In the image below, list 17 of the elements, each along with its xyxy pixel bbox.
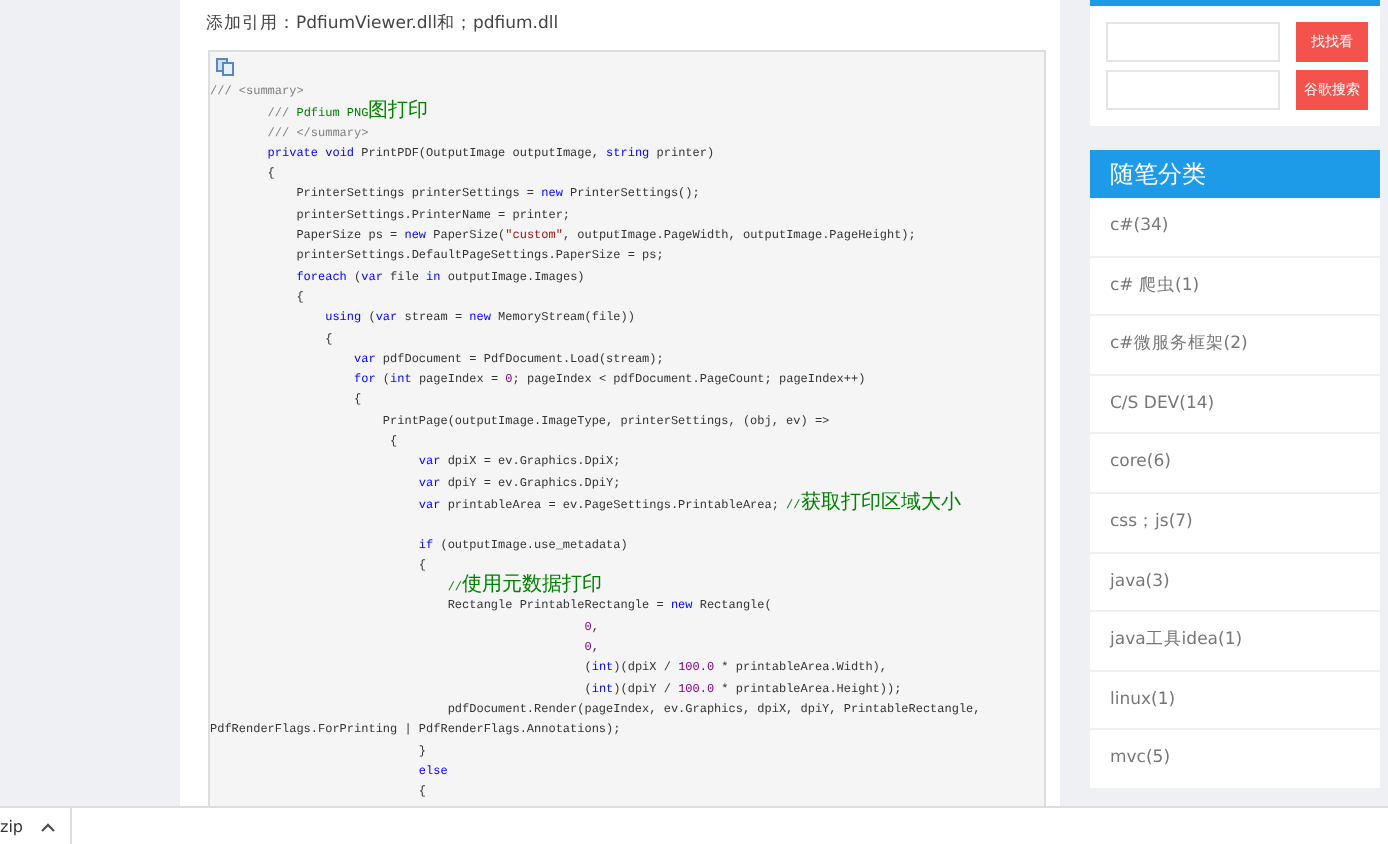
category-link[interactable]: linux(1) xyxy=(1090,671,1380,731)
category-link[interactable]: core(6) xyxy=(1090,434,1380,494)
category-link[interactable]: c# 爬虫(1) xyxy=(1090,257,1380,317)
download-file-name[interactable]: zip xyxy=(0,817,23,835)
search-field[interactable] xyxy=(1106,22,1280,62)
category-link[interactable]: c#(34) xyxy=(1090,198,1380,258)
category-link[interactable]: java工具idea(1) xyxy=(1090,612,1380,672)
category-link[interactable]: mvc(5) xyxy=(1090,730,1380,790)
category-title: 随笔分类 xyxy=(1090,150,1380,198)
reference-note: 添加引用：PdfiumViewer.dll和；pdfium.dll xyxy=(206,12,561,36)
chevron-up-icon[interactable] xyxy=(39,821,55,831)
category-link[interactable]: C/S DEV(14) xyxy=(1090,375,1380,435)
category-link[interactable]: java(3) xyxy=(1090,553,1380,613)
category-link[interactable]: c#微服务框架(2) xyxy=(1090,316,1380,376)
search-field[interactable] xyxy=(1106,70,1280,110)
copy-icon[interactable] xyxy=(216,58,234,76)
category-link[interactable]: css；js(7) xyxy=(1090,493,1380,554)
